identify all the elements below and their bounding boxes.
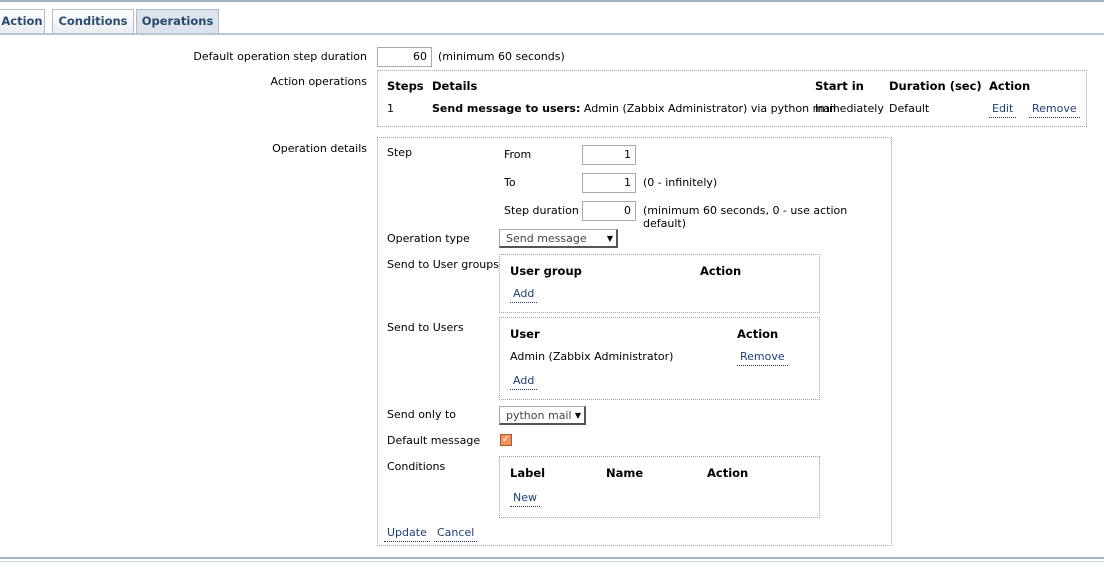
send-to-users-label: Send to Users	[387, 321, 464, 334]
send-only-to-select[interactable]: python mail ▼	[499, 406, 586, 425]
step-to-input[interactable]: 1	[582, 173, 636, 193]
condition-action-header: Action	[707, 466, 749, 480]
operation-details-text: Admin (Zabbix Administrator) via python …	[583, 102, 837, 115]
col-action-header: Action	[989, 79, 1031, 93]
operation-step: 1	[387, 102, 394, 115]
update-link[interactable]: Update	[384, 526, 430, 542]
top-border	[0, 0, 1104, 2]
step-label: Step	[387, 146, 413, 159]
operation-details-panel: Step From 1 To 1 (0 - infinitely) Step d…	[377, 137, 892, 546]
user-groups-table: User group Action Add	[499, 254, 820, 313]
operation-type-value: Send message	[506, 232, 587, 245]
operation-edit-link[interactable]: Edit	[989, 102, 1017, 118]
add-user-group-link[interactable]: Add	[510, 287, 538, 303]
operation-remove-link[interactable]: Remove	[1029, 102, 1080, 118]
chevron-down-icon: ▼	[574, 411, 581, 420]
user-group-action-header: Action	[700, 264, 742, 278]
col-steps-header: Steps	[387, 79, 424, 93]
operation-details-type: Send message to users:	[432, 102, 581, 115]
step-duration-input[interactable]: 0	[582, 201, 636, 221]
send-to-user-groups-label: Send to User groups	[387, 258, 499, 271]
operation-type-select[interactable]: Send message ▼	[499, 229, 618, 248]
tab-bar-divider	[0, 33, 1104, 35]
step-to-hint: (0 - infinitely)	[643, 176, 718, 189]
conditions-label: Conditions	[387, 460, 446, 473]
default-step-duration-label: Default operation step duration	[193, 50, 367, 63]
conditions-table: Label Name Action New	[499, 456, 820, 518]
default-step-duration-input[interactable]: 60	[377, 47, 432, 67]
condition-name-header: Name	[606, 466, 644, 480]
to-label: To	[504, 176, 516, 189]
col-duration-header: Duration (sec)	[889, 79, 982, 93]
remove-user-link[interactable]: Remove	[737, 350, 788, 366]
user-group-header: User group	[510, 264, 582, 278]
default-step-duration-hint: (minimum 60 seconds)	[438, 50, 565, 63]
users-table: User Action Admin (Zabbix Administrator)…	[499, 317, 820, 400]
operation-start-in: Immediately	[815, 102, 884, 115]
tab-operations[interactable]: Operations	[136, 9, 219, 33]
step-from-input[interactable]: 1	[582, 145, 636, 165]
new-condition-link[interactable]: New	[510, 491, 540, 507]
send-only-to-label: Send only to	[387, 408, 457, 421]
user-name: Admin (Zabbix Administrator)	[510, 350, 674, 363]
default-message-checkbox[interactable]: ✓	[500, 434, 512, 446]
default-message-label: Default message	[387, 434, 481, 447]
bottom-border	[0, 557, 1104, 559]
step-duration-hint: (minimum 60 seconds, 0 - use action defa…	[643, 204, 848, 230]
operation-details-label: Operation details	[272, 142, 367, 155]
tab-conditions[interactable]: Conditions	[52, 9, 134, 33]
operation-duration: Default	[889, 102, 930, 115]
col-details-header: Details	[432, 79, 478, 93]
user-header: User	[510, 327, 540, 341]
cancel-link[interactable]: Cancel	[434, 526, 478, 542]
condition-label-header: Label	[510, 466, 546, 480]
tab-action[interactable]: Action	[0, 9, 45, 33]
from-label: From	[504, 148, 532, 161]
operation-details: Send message to users: Admin (Zabbix Adm…	[432, 102, 836, 115]
send-only-to-value: python mail	[506, 409, 572, 422]
add-user-link[interactable]: Add	[510, 374, 538, 390]
chevron-down-icon: ▼	[606, 234, 613, 243]
step-duration-label: Step duration	[504, 204, 579, 217]
user-action-header: Action	[737, 327, 779, 341]
bottom-border-secondary	[0, 561, 1104, 562]
action-operations-table: Steps Details Start in Duration (sec) Ac…	[377, 70, 1087, 127]
action-operations-label: Action operations	[270, 75, 368, 88]
operation-type-label: Operation type	[387, 232, 470, 245]
col-start-in-header: Start in	[815, 79, 864, 93]
